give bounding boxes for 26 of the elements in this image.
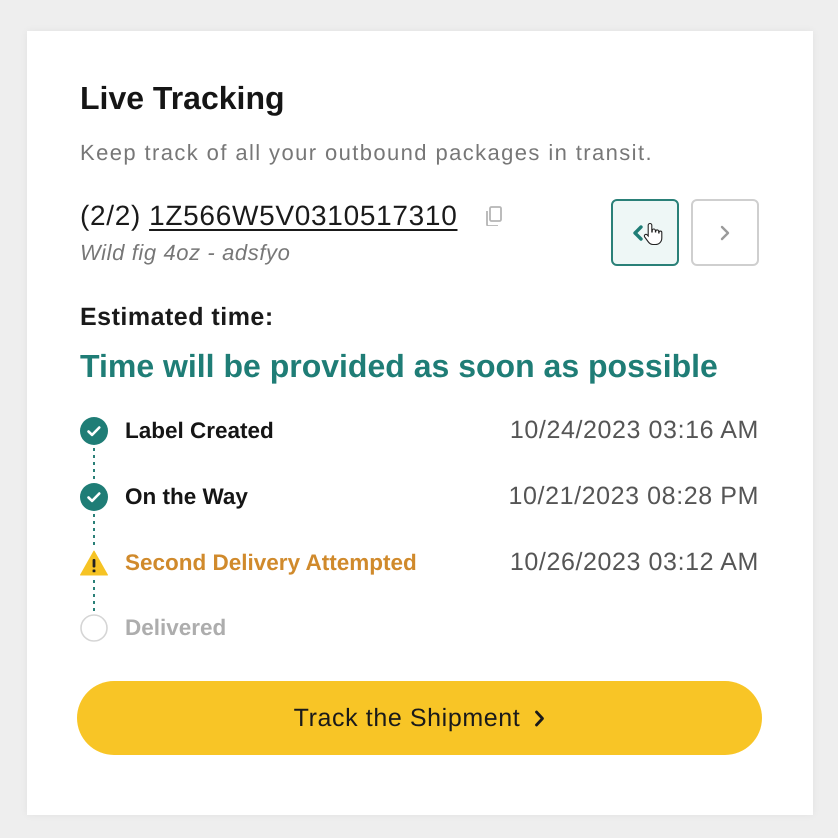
chevron-right-icon [534,710,546,726]
hand-cursor-icon [643,222,663,246]
status-time: 10/21/2023 08:28 PM [508,482,759,511]
empty-circle-icon [80,614,108,642]
chevron-right-icon [719,224,731,240]
estimate-label: Estimated time: [80,303,275,331]
copy-icon[interactable] [485,206,502,226]
item-description: Wild fig 4oz - adsfyo [80,240,292,266]
chevron-left-icon [632,224,644,240]
status-label: Delivered [125,615,228,641]
estimate-value: Time will be provided as soon as possible [80,348,719,384]
check-circle-icon [80,482,108,510]
status-label: On the Way [125,484,249,510]
status-label: Second Delivery Attempted [125,550,418,576]
warning-icon [80,548,108,576]
shipment-counter: (2/2) [80,200,142,232]
previous-button[interactable] [611,199,679,266]
tracking-number-link[interactable]: 1Z566W5V0310517310 [149,200,458,232]
status-time: 10/26/2023 03:12 AM [510,548,759,577]
next-button[interactable] [691,199,759,266]
track-shipment-button[interactable]: Track the Shipment [77,681,762,755]
card-subtitle: Keep track of all your outbound packages in transit. [80,140,654,166]
card-title: Live Tracking [80,80,286,116]
status-time: 10/24/2023 03:16 AM [510,416,759,445]
check-circle-icon [80,416,108,444]
status-label: Label Created [125,418,275,444]
